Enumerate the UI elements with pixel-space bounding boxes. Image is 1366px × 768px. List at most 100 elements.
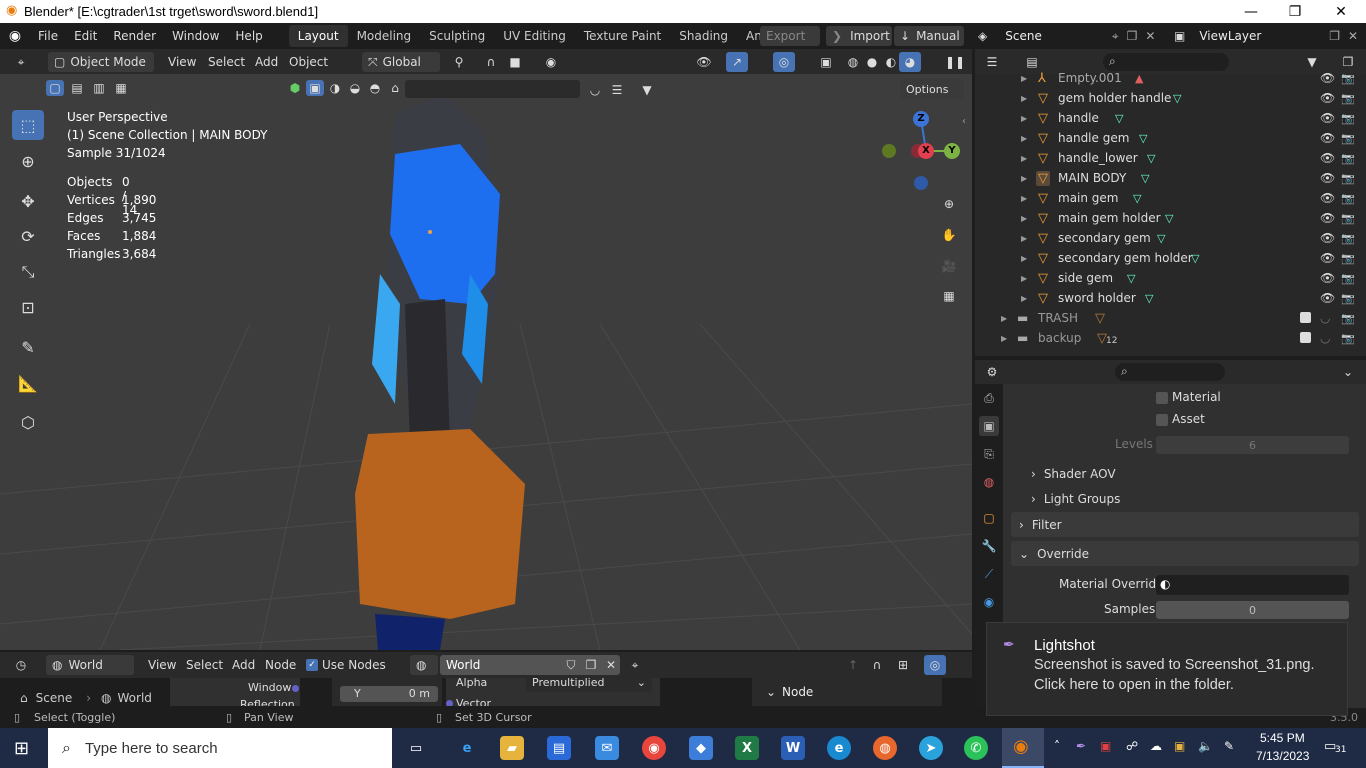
select-menu[interactable]: Select [200, 49, 253, 74]
menu-file[interactable]: File [30, 23, 66, 49]
chrome-icon[interactable]: ◉ [642, 736, 666, 760]
outliner-item[interactable]: ▶ ▽ main gem ▽ 👁 📷 [975, 188, 1366, 208]
properties-options-icon[interactable]: ⌄ [1337, 362, 1359, 382]
pin-icon[interactable]: ⌖ [1112, 29, 1119, 44]
visibility-eye-icon[interactable]: 👁 [1320, 171, 1335, 185]
gizmo-y-axis[interactable]: Y [944, 143, 960, 159]
outliner-item[interactable]: ▶ ▽ handle ▽ 👁 📷 [975, 108, 1366, 128]
output-tab-icon[interactable]: ⎘ [979, 444, 999, 464]
camera-filter-icon[interactable]: ⌂ [386, 80, 404, 96]
zoom-icon[interactable]: ⊕ [938, 194, 960, 214]
visibility-eye-icon[interactable]: 👁 [1320, 111, 1335, 125]
select-intersect-icon[interactable]: ▦ [112, 80, 130, 96]
image-texture-node[interactable]: Alpha Premultiplied ⌄ Vector [446, 678, 660, 706]
funnel-filter-icon[interactable]: ▼ [636, 80, 658, 100]
select-subtract-icon[interactable]: ▥ [90, 80, 108, 96]
y-location-field[interactable]: Y0 m [340, 686, 438, 702]
properties-search-input[interactable]: ⌕ [1115, 363, 1225, 381]
visibility-icon[interactable]: 👁 [693, 52, 715, 72]
gizmo-toggle-icon[interactable]: ↗ [726, 52, 748, 72]
scale-tool-icon[interactable]: ⤡ [12, 257, 44, 287]
outliner-item[interactable]: ▶ ▽ secondary gem holder ▽ 👁 📷 [975, 248, 1366, 268]
shader-overlay-icon[interactable]: ◎ [924, 655, 946, 675]
tab-shading[interactable]: Shading [670, 25, 737, 47]
outliner-collection[interactable]: ▶ ▬ backup ▽ 12 ◡ 📷 [975, 328, 1366, 348]
light-filter-icon[interactable]: ◓ [366, 80, 384, 96]
shader-type-dropdown[interactable]: ◍ World [46, 655, 134, 675]
new-scene-icon[interactable]: ❐ [1127, 29, 1138, 43]
clock-date[interactable]: 7/13/2023 [1256, 749, 1309, 763]
telegram-icon[interactable]: ➤ [919, 736, 943, 760]
annotate-tool-icon[interactable]: ✎ [12, 332, 44, 362]
material-override-field[interactable]: ◐ [1156, 575, 1349, 595]
tab-modeling[interactable]: Modeling [348, 25, 421, 47]
render-camera-icon[interactable]: 📷 [1341, 232, 1355, 245]
tray-network-icon[interactable]: ☍ [1126, 739, 1138, 753]
particles-tab-icon[interactable]: ⟋ [979, 564, 999, 584]
rotate-tool-icon[interactable]: ⟳ [12, 221, 44, 251]
render-camera-icon[interactable]: 📷 [1341, 92, 1355, 105]
visibility-eye-icon[interactable]: 👁 [1320, 211, 1335, 225]
windows-start-icon[interactable]: ⊞ [14, 738, 29, 759]
restore-button[interactable]: ❐ [1272, 0, 1318, 23]
firefox-icon[interactable]: ◍ [873, 736, 897, 760]
blender-taskbar-button[interactable]: ◉ [1002, 728, 1044, 768]
viewlayer-selector[interactable]: ▣ ViewLayer ❐ ✕ [1172, 25, 1366, 47]
render-camera-icon[interactable]: 📷 [1341, 72, 1355, 85]
snap-element-icon[interactable]: ⊞ [892, 655, 914, 675]
visibility-eye-icon[interactable]: 👁 [1320, 91, 1335, 105]
app-diamond-icon[interactable]: ◆ [689, 736, 713, 760]
tray-volume-icon[interactable]: 🔈 [1198, 739, 1213, 753]
tool-tab-icon[interactable]: ⎙ [979, 388, 999, 408]
menu-window[interactable]: Window [164, 23, 227, 49]
unlink-icon[interactable]: ✕ [600, 655, 622, 675]
alpha-mode-dropdown[interactable]: Premultiplied ⌄ [526, 678, 652, 692]
gizmo-x-axis[interactable]: X [918, 143, 934, 159]
lightshot-notification[interactable]: ✒ Lightshot Screenshot is saved to Scree… [986, 622, 1348, 716]
tray-chevron-icon[interactable]: ˄ [1054, 739, 1060, 753]
snap-icon[interactable]: ∩ [866, 655, 888, 675]
outliner-item-active[interactable]: ▶ ▽ MAIN BODY ▽ 👁 📷 [975, 168, 1366, 188]
mail-icon[interactable]: ✉ [595, 736, 619, 760]
render-camera-icon[interactable]: 📷 [1341, 312, 1355, 325]
shader-aov-panel[interactable]: › Shader AOV [1031, 467, 1116, 481]
tab-sculpting[interactable]: Sculpting [420, 25, 494, 47]
socket-dot[interactable] [446, 700, 453, 706]
outliner-item[interactable]: ▶ ▽ secondary gem ▽ 👁 📷 [975, 228, 1366, 248]
exclude-checkbox[interactable] [1300, 332, 1311, 343]
list-view-icon[interactable]: ☰ [606, 80, 628, 100]
visibility-eye-icon[interactable]: 👁 [1320, 231, 1335, 245]
material-filter-icon[interactable]: ⬢ [286, 80, 304, 96]
orientation-dropdown[interactable]: ⤧ Global [362, 52, 440, 72]
material-checkbox[interactable] [1156, 392, 1168, 404]
mode-dropdown[interactable]: ▢ Object Mode [48, 52, 154, 72]
sidebar-toggle-icon[interactable]: ‹ [962, 116, 966, 127]
pause-render-icon[interactable]: ❚❚ [944, 52, 966, 72]
manual-button[interactable]: ↓ Manual [894, 26, 964, 46]
whatsapp-icon[interactable]: ✆ [964, 736, 988, 760]
asset-checkbox[interactable] [1156, 414, 1168, 426]
outliner-item[interactable]: ▶ ▽ handle_lower ▽ 👁 📷 [975, 148, 1366, 168]
tray-lightshot-icon[interactable]: ✒ [1076, 739, 1086, 753]
transform-tool-icon[interactable]: ⊡ [12, 292, 44, 322]
outliner-item[interactable]: ▶ ▽ side gem ▽ 👁 📷 [975, 268, 1366, 288]
tray-pdf-icon[interactable]: ▣ [1100, 739, 1111, 753]
pin-icon[interactable]: ⌖ [624, 655, 646, 675]
override-panel[interactable]: ⌄ Override [1011, 541, 1359, 566]
world-filter-icon[interactable]: ◒ [346, 80, 364, 96]
move-tool-icon[interactable]: ✥ [12, 186, 44, 216]
render-camera-icon[interactable]: 📷 [1341, 132, 1355, 145]
render-camera-icon[interactable]: 📷 [1341, 212, 1355, 225]
outliner-item[interactable]: ▶ ▽ handle gem ▽ 👁 📷 [975, 128, 1366, 148]
socket-dot[interactable] [292, 685, 299, 692]
options-dropdown[interactable]: Options [900, 79, 964, 99]
view-menu[interactable]: View [160, 49, 204, 74]
select-new-icon[interactable]: ▢ [46, 80, 64, 96]
delete-viewlayer-icon[interactable]: ✕ [1348, 29, 1358, 43]
visibility-eye-icon[interactable]: 👁 [1320, 271, 1335, 285]
object-tab-icon[interactable]: ▢ [979, 508, 999, 528]
render-camera-icon[interactable]: 📷 [1341, 252, 1355, 265]
task-view-icon[interactable]: ▭ [404, 736, 428, 760]
overlay-toggle-icon[interactable]: ◎ [773, 52, 795, 72]
measure-tool-icon[interactable]: 📐 [12, 368, 44, 398]
